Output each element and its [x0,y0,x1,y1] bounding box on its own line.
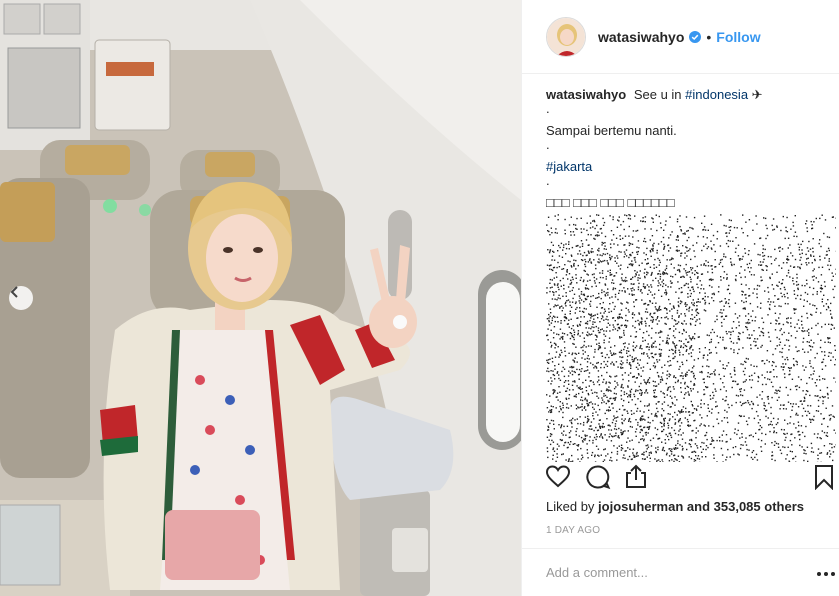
chevron-left-icon [10,286,18,298]
avatar-image [547,17,585,56]
post-actions [522,462,839,494]
caption-korean-line: □□□ □□□ □□□ □□□□□□ [546,195,675,210]
like-button[interactable] [544,464,572,492]
post-caption: watasiwahyo See u in #indonesia ✈ . Samp… [546,86,831,212]
heart-icon [545,465,571,488]
caption-dot: . [546,173,550,188]
comment-button[interactable] [584,464,612,492]
hashtag-link[interactable]: #jakarta [546,159,592,174]
username[interactable]: watasiwahyo [598,29,684,45]
bookmark-button[interactable] [810,464,838,492]
caption-text: See u in [633,87,682,102]
likes-prefix: Liked by [546,499,595,514]
follow-button[interactable]: Follow [716,29,760,45]
comment-input[interactable] [546,561,796,583]
liker-username[interactable]: jojosuherman [598,499,683,514]
comment-icon [586,465,611,490]
carousel-prev-button[interactable] [9,286,33,310]
likes-count[interactable]: and 353,085 others [687,499,804,514]
avatar[interactable] [546,16,586,57]
post-side-panel: watasiwahyo • Follow watasiwahyo See u i… [521,0,839,596]
post-timestamp[interactable]: 1 DAY AGO [546,525,600,536]
separator-dot: • [706,28,712,45]
share-button[interactable] [622,464,650,492]
hashtag-link[interactable]: #indonesia [685,87,748,102]
more-options-icon [817,571,835,576]
more-options-button[interactable] [814,561,838,583]
bookmark-icon [815,465,833,491]
verified-badge-icon [689,30,702,43]
caption-dot: . [546,101,550,116]
caption-dot: . [546,137,550,152]
likes-summary: Liked by jojosuherman and 353,085 others [546,499,804,514]
post-photo [0,0,521,596]
airplane-emoji: ✈ [751,87,763,102]
share-icon [626,464,646,488]
comment-bar [522,548,839,596]
airplane-cabin-photo [0,0,521,596]
caption-line: Sampai bertemu nanti. [546,123,677,138]
caption-author[interactable]: watasiwahyo [546,87,626,102]
scrambled-comments-area [546,214,836,462]
post-header: watasiwahyo • Follow [522,0,839,74]
